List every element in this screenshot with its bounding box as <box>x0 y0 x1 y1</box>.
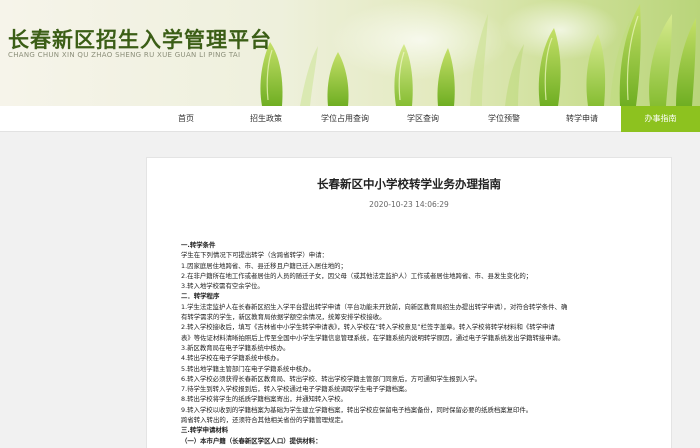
article-paragraph-line: 8.转出学校将学生的纸质学籍档案寄出，并通知转入学校。 <box>181 395 347 404</box>
header-banner: 长春新区招生入学管理平台 CHANG CHUN XIN QU ZHAO SHEN… <box>0 0 700 106</box>
article-paragraph-line: 3.新区教育局在电子学籍系统中核办。 <box>181 343 290 352</box>
article-paragraph-line: 1.因家庭居住地跨省、市、县迁移且户籍已迁入居住地的； <box>181 261 347 270</box>
article-card: 长春新区中小学校转学业务办理指南 2020-10-23 14:06:29 一.转… <box>146 157 672 448</box>
site-title: 长春新区招生入学管理平台 <box>8 28 272 52</box>
article-paragraph-line: 6.转入学校必须获得长春新区教育局、转出学校、转出学校学籍主管部门同意后，方可通… <box>181 374 482 383</box>
article-section-heading: 二．转学程序 <box>181 292 220 301</box>
article-paragraph-line: 1.学生法定监护人在长春新区招生入学平台提出转学申请（平台功能未开放前，向新区教… <box>181 302 568 311</box>
nav-item-transfer-application[interactable]: 转学申请 <box>554 106 610 132</box>
article-paragraph-line: 3.转入地学校需有空余学位。 <box>181 282 264 291</box>
article-paragraph-line: 有转学需求的学生，新区教育局依据学额空余情况，统筹安排学校接收。 <box>181 313 386 322</box>
article-paragraph-line: 9.转入学校以收到的学籍档案为基础为学生建立学籍档案，转出学校应保留电子档案备份… <box>181 405 533 414</box>
article-body: 一.转学条件学生在下列情况下可提出转学（含跨省转学）申请： 1.因家庭居住地跨省、… <box>181 240 667 446</box>
article-title: 长春新区中小学校转学业务办理指南 <box>317 177 501 191</box>
nav-item-school-district-query[interactable]: 学区查询 <box>398 106 448 132</box>
article-paragraph-line: 4.转出学校在电子学籍系统中核办。 <box>181 354 283 363</box>
article-paragraph-line: 学生在下列情况下可提出转学（含跨省转学）申请： <box>181 251 328 260</box>
article-paragraph-line: 表》等佐证材料清晰拍照后上传至全国中小学生学籍信息管理系统，在学籍系统内说明转学… <box>181 333 565 342</box>
nav-item-home[interactable]: 首页 <box>160 106 212 132</box>
nav-item-seat-occupancy-query[interactable]: 学位占用查询 <box>310 106 380 132</box>
article-paragraph-line: 跨省转入转出的，还须符合其他相关省份的学籍管理规定。 <box>181 416 348 425</box>
nav-item-admission-policy[interactable]: 招生政策 <box>238 106 294 132</box>
article-paragraph-line: 2.转入学校接收后，填写《吉林省中小学生转学申请表》，转入学校在“转入学校意见”… <box>181 323 555 332</box>
article-section-heading: 三.转学申请材料 <box>181 426 229 435</box>
nav-item-service-guide[interactable]: 办事指南 <box>621 106 700 132</box>
article-section-heading: （一）本市户籍（长春新区学区人口）提供材料： <box>181 436 322 445</box>
nav-item-seat-warning[interactable]: 学位预警 <box>476 106 532 132</box>
site-subtitle: CHANG CHUN XIN QU ZHAO SHENG RU XUE GUAN… <box>8 51 241 59</box>
article-paragraph-line: 5.转出地学籍主管部门在电子学籍系统中核办。 <box>181 364 315 373</box>
main-nav: 首页 招生政策 学位占用查询 学区查询 学位预警 转学申请 办事指南 <box>0 106 700 132</box>
article-paragraph-line: 2.在非户籍所在地工作或者居住的人员的随迁子女，因父母（或其他法定监护人）工作或… <box>181 271 533 280</box>
article-paragraph-line: 7.待学生到转入学校报到后，转入学校通过电子学籍系统调取学生电子学籍档案。 <box>181 385 411 394</box>
article-date: 2020-10-23 14:06:29 <box>369 200 449 209</box>
article-section-heading: 一.转学条件 <box>181 241 216 249</box>
